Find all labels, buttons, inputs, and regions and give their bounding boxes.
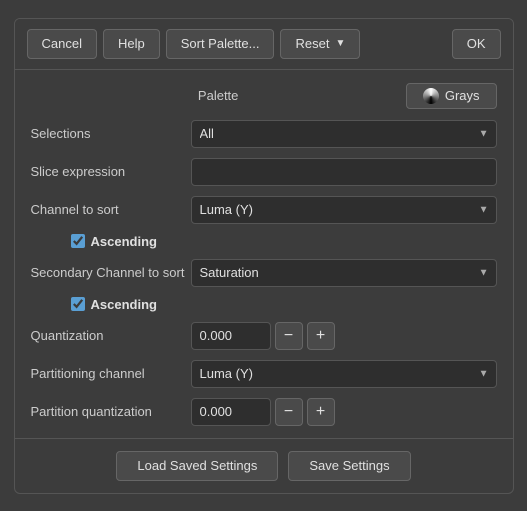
cancel-button[interactable]: Cancel xyxy=(27,29,97,59)
quantization-minus-button[interactable]: − xyxy=(275,322,303,350)
ascending1-row: Ascending xyxy=(31,234,497,249)
ascending2-label: Ascending xyxy=(91,297,157,312)
secondary-channel-select-wrapper: Saturation Luma (Y) Red Green Blue Hue V… xyxy=(191,259,497,287)
partitioning-channel-select-wrapper: Luma (Y) Red Green Blue Hue Saturation V… xyxy=(191,360,497,388)
secondary-channel-label: Secondary Channel to sort xyxy=(31,265,191,280)
palette-row: Palette Grays xyxy=(31,82,497,110)
dialog: Cancel Help Sort Palette... Reset ▼ OK P… xyxy=(14,18,514,494)
quantization-row: Quantization − + xyxy=(31,322,497,350)
help-button[interactable]: Help xyxy=(103,29,160,59)
toolbar: Cancel Help Sort Palette... Reset ▼ OK xyxy=(15,19,513,70)
load-saved-settings-button[interactable]: Load Saved Settings xyxy=(116,451,278,481)
quantization-label: Quantization xyxy=(31,328,191,343)
secondary-channel-row: Secondary Channel to sort Saturation Lum… xyxy=(31,259,497,287)
quantization-input[interactable] xyxy=(191,322,271,350)
quantization-number-row: − + xyxy=(191,322,335,350)
ascending2-row: Ascending xyxy=(31,297,497,312)
partition-plus-button[interactable]: + xyxy=(307,398,335,426)
slice-expression-label: Slice expression xyxy=(31,164,191,179)
palette-button[interactable]: Grays xyxy=(406,83,497,109)
footer: Load Saved Settings Save Settings xyxy=(15,439,513,493)
channel-to-sort-select[interactable]: Luma (Y) Red Green Blue Hue Saturation V… xyxy=(191,196,497,224)
selections-select[interactable]: All Selected Unselected xyxy=(191,120,497,148)
partition-quantization-number-row: − + xyxy=(191,398,335,426)
selections-label: Selections xyxy=(31,126,191,141)
partitioning-channel-row: Partitioning channel Luma (Y) Red Green … xyxy=(31,360,497,388)
channel-to-sort-select-wrapper: Luma (Y) Red Green Blue Hue Saturation V… xyxy=(191,196,497,224)
slice-expression-row: Slice expression xyxy=(31,158,497,186)
content: Palette Grays Selections All Selected Un… xyxy=(15,70,513,438)
partition-quantization-input[interactable] xyxy=(191,398,271,426)
channel-to-sort-row: Channel to sort Luma (Y) Red Green Blue … xyxy=(31,196,497,224)
palette-value: Grays xyxy=(445,88,480,103)
ascending2-checkbox[interactable] xyxy=(71,297,85,311)
save-settings-button[interactable]: Save Settings xyxy=(288,451,410,481)
palette-icon xyxy=(423,88,439,104)
slice-expression-input[interactable] xyxy=(191,158,497,186)
ok-button[interactable]: OK xyxy=(452,29,501,59)
partition-quantization-row: Partition quantization − + xyxy=(31,398,497,426)
partition-minus-button[interactable]: − xyxy=(275,398,303,426)
selections-row: Selections All Selected Unselected xyxy=(31,120,497,148)
reset-button[interactable]: Reset ▼ xyxy=(280,29,360,59)
palette-label: Palette xyxy=(31,88,406,103)
secondary-channel-select[interactable]: Saturation Luma (Y) Red Green Blue Hue V… xyxy=(191,259,497,287)
quantization-plus-button[interactable]: + xyxy=(307,322,335,350)
selections-select-wrapper: All Selected Unselected xyxy=(191,120,497,148)
partitioning-channel-select[interactable]: Luma (Y) Red Green Blue Hue Saturation V… xyxy=(191,360,497,388)
sort-palette-button[interactable]: Sort Palette... xyxy=(166,29,275,59)
ascending1-label: Ascending xyxy=(91,234,157,249)
reset-label: Reset xyxy=(295,36,329,51)
chevron-down-icon: ▼ xyxy=(335,38,345,49)
channel-to-sort-label: Channel to sort xyxy=(31,202,191,217)
partitioning-channel-label: Partitioning channel xyxy=(31,366,191,381)
ascending1-checkbox[interactable] xyxy=(71,234,85,248)
partition-quantization-label: Partition quantization xyxy=(31,404,191,419)
